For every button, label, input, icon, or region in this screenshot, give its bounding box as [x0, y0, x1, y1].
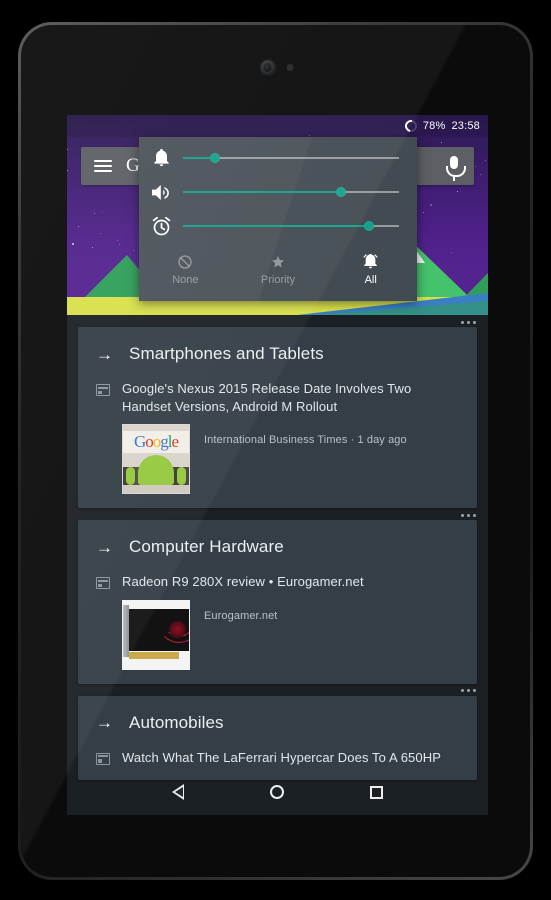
device-front-glass: 78% 23:58 Google: [21, 25, 530, 877]
mode-label-priority: Priority: [260, 274, 296, 286]
gpu-connector: [129, 651, 179, 659]
arrow-right-icon: →: [96, 344, 113, 364]
news-article-icon: [96, 384, 110, 396]
google-logo-thumbnail: Google: [123, 431, 189, 454]
block-none-icon: [178, 254, 192, 269]
tablet-device: 78% 23:58 Google: [18, 22, 533, 880]
card-wrapper: → Automobiles Watch What The LaFerrari H…: [67, 684, 488, 781]
card-header[interactable]: → Automobiles: [78, 696, 477, 741]
card-header[interactable]: → Smartphones and Tablets: [78, 327, 477, 372]
battery-percent-label: 78%: [422, 120, 446, 132]
mode-button-priority[interactable]: Priority: [232, 247, 325, 293]
speaker-volume-icon: [139, 184, 183, 201]
gpu-bracket: [123, 604, 129, 657]
floor-strip: [123, 485, 189, 494]
slider-thumb[interactable]: [363, 221, 374, 231]
bell-all-icon: [363, 254, 378, 269]
article-item[interactable]: Google's Nexus 2015 Release Date Involve…: [78, 372, 477, 415]
microphone-icon[interactable]: [446, 156, 466, 177]
more-options-icon[interactable]: [461, 507, 476, 523]
card-automobiles[interactable]: → Automobiles Watch What The LaFerrari H…: [78, 695, 477, 781]
front-camera-icon: [260, 60, 275, 75]
card-wrapper: → Computer Hardware Radeon R9 280X revie…: [67, 508, 488, 684]
notification-volume-row[interactable]: [139, 141, 417, 175]
light-sensor-icon: [286, 64, 293, 71]
microphone-stand-icon: [453, 177, 455, 181]
card-smartphones-and-tablets[interactable]: → Smartphones and Tablets Google's Nexus…: [78, 327, 477, 509]
article-source-row: Eurogamer.net: [78, 591, 477, 670]
alarm-volume-row[interactable]: [139, 209, 417, 243]
notification-volume-slider[interactable]: [183, 153, 399, 163]
slider-thumb[interactable]: [210, 153, 221, 163]
media-volume-row[interactable]: [139, 175, 417, 209]
alarm-volume-slider[interactable]: [183, 221, 399, 231]
tablet-screen: 78% 23:58 Google: [67, 115, 488, 815]
alarm-clock-icon: [139, 216, 183, 236]
news-article-icon: [96, 752, 110, 765]
card-title: Automobiles: [129, 712, 224, 732]
article-item[interactable]: Radeon R9 280X review • Eurogamer.net: [78, 565, 477, 591]
article-item[interactable]: Watch What The LaFerrari Hypercar Does T…: [78, 741, 477, 767]
news-card-list: → Smartphones and Tablets Google's Nexus…: [67, 315, 488, 815]
mode-button-all[interactable]: All: [324, 247, 417, 293]
article-headline: Radeon R9 280X review • Eurogamer.net: [122, 574, 364, 590]
gpu-board: [128, 608, 189, 651]
article-source-row: Google International Business Times · 1 …: [78, 415, 477, 495]
status-bar: 78% 23:58: [67, 115, 488, 137]
article-headline: Watch What The LaFerrari Hypercar Does T…: [122, 749, 441, 765]
mode-label-all: All: [364, 274, 377, 286]
card-title: Computer Hardware: [129, 537, 284, 557]
hamburger-menu-icon[interactable]: [94, 157, 112, 175]
card-wrapper: → Smartphones and Tablets Google's Nexus…: [67, 314, 488, 509]
article-source-label: Eurogamer.net: [204, 609, 278, 622]
slider-thumb[interactable]: [335, 187, 346, 197]
clock-label: 23:58: [451, 120, 480, 132]
card-computer-hardware[interactable]: → Computer Hardware Radeon R9 280X revie…: [78, 520, 477, 684]
battery-circle-icon: [402, 117, 420, 135]
star-priority-icon: [271, 254, 285, 269]
article-thumbnail[interactable]: Google: [122, 424, 190, 495]
mode-button-none[interactable]: None: [139, 247, 232, 293]
interruption-mode-row: None Priority All: [139, 247, 417, 293]
arrow-right-icon: →: [96, 713, 113, 733]
mode-label-none: None: [172, 274, 199, 286]
more-options-icon[interactable]: [461, 683, 476, 699]
more-options-icon[interactable]: [461, 314, 476, 330]
article-thumbnail[interactable]: [122, 599, 190, 670]
gpu-fan-icon: [169, 620, 186, 638]
card-header[interactable]: → Computer Hardware: [78, 520, 477, 565]
article-source-label: International Business Times · 1 day ago: [204, 434, 407, 447]
card-title: Smartphones and Tablets: [129, 344, 324, 363]
volume-interruption-dialog[interactable]: None Priority All: [139, 137, 417, 301]
arrow-right-icon: →: [96, 537, 113, 557]
android-mascot-icon: [126, 455, 186, 486]
media-volume-slider[interactable]: [183, 187, 399, 197]
news-article-icon: [96, 577, 110, 590]
article-headline: Google's Nexus 2015 Release Date Involve…: [122, 381, 412, 414]
bell-notification-icon: [139, 149, 183, 167]
